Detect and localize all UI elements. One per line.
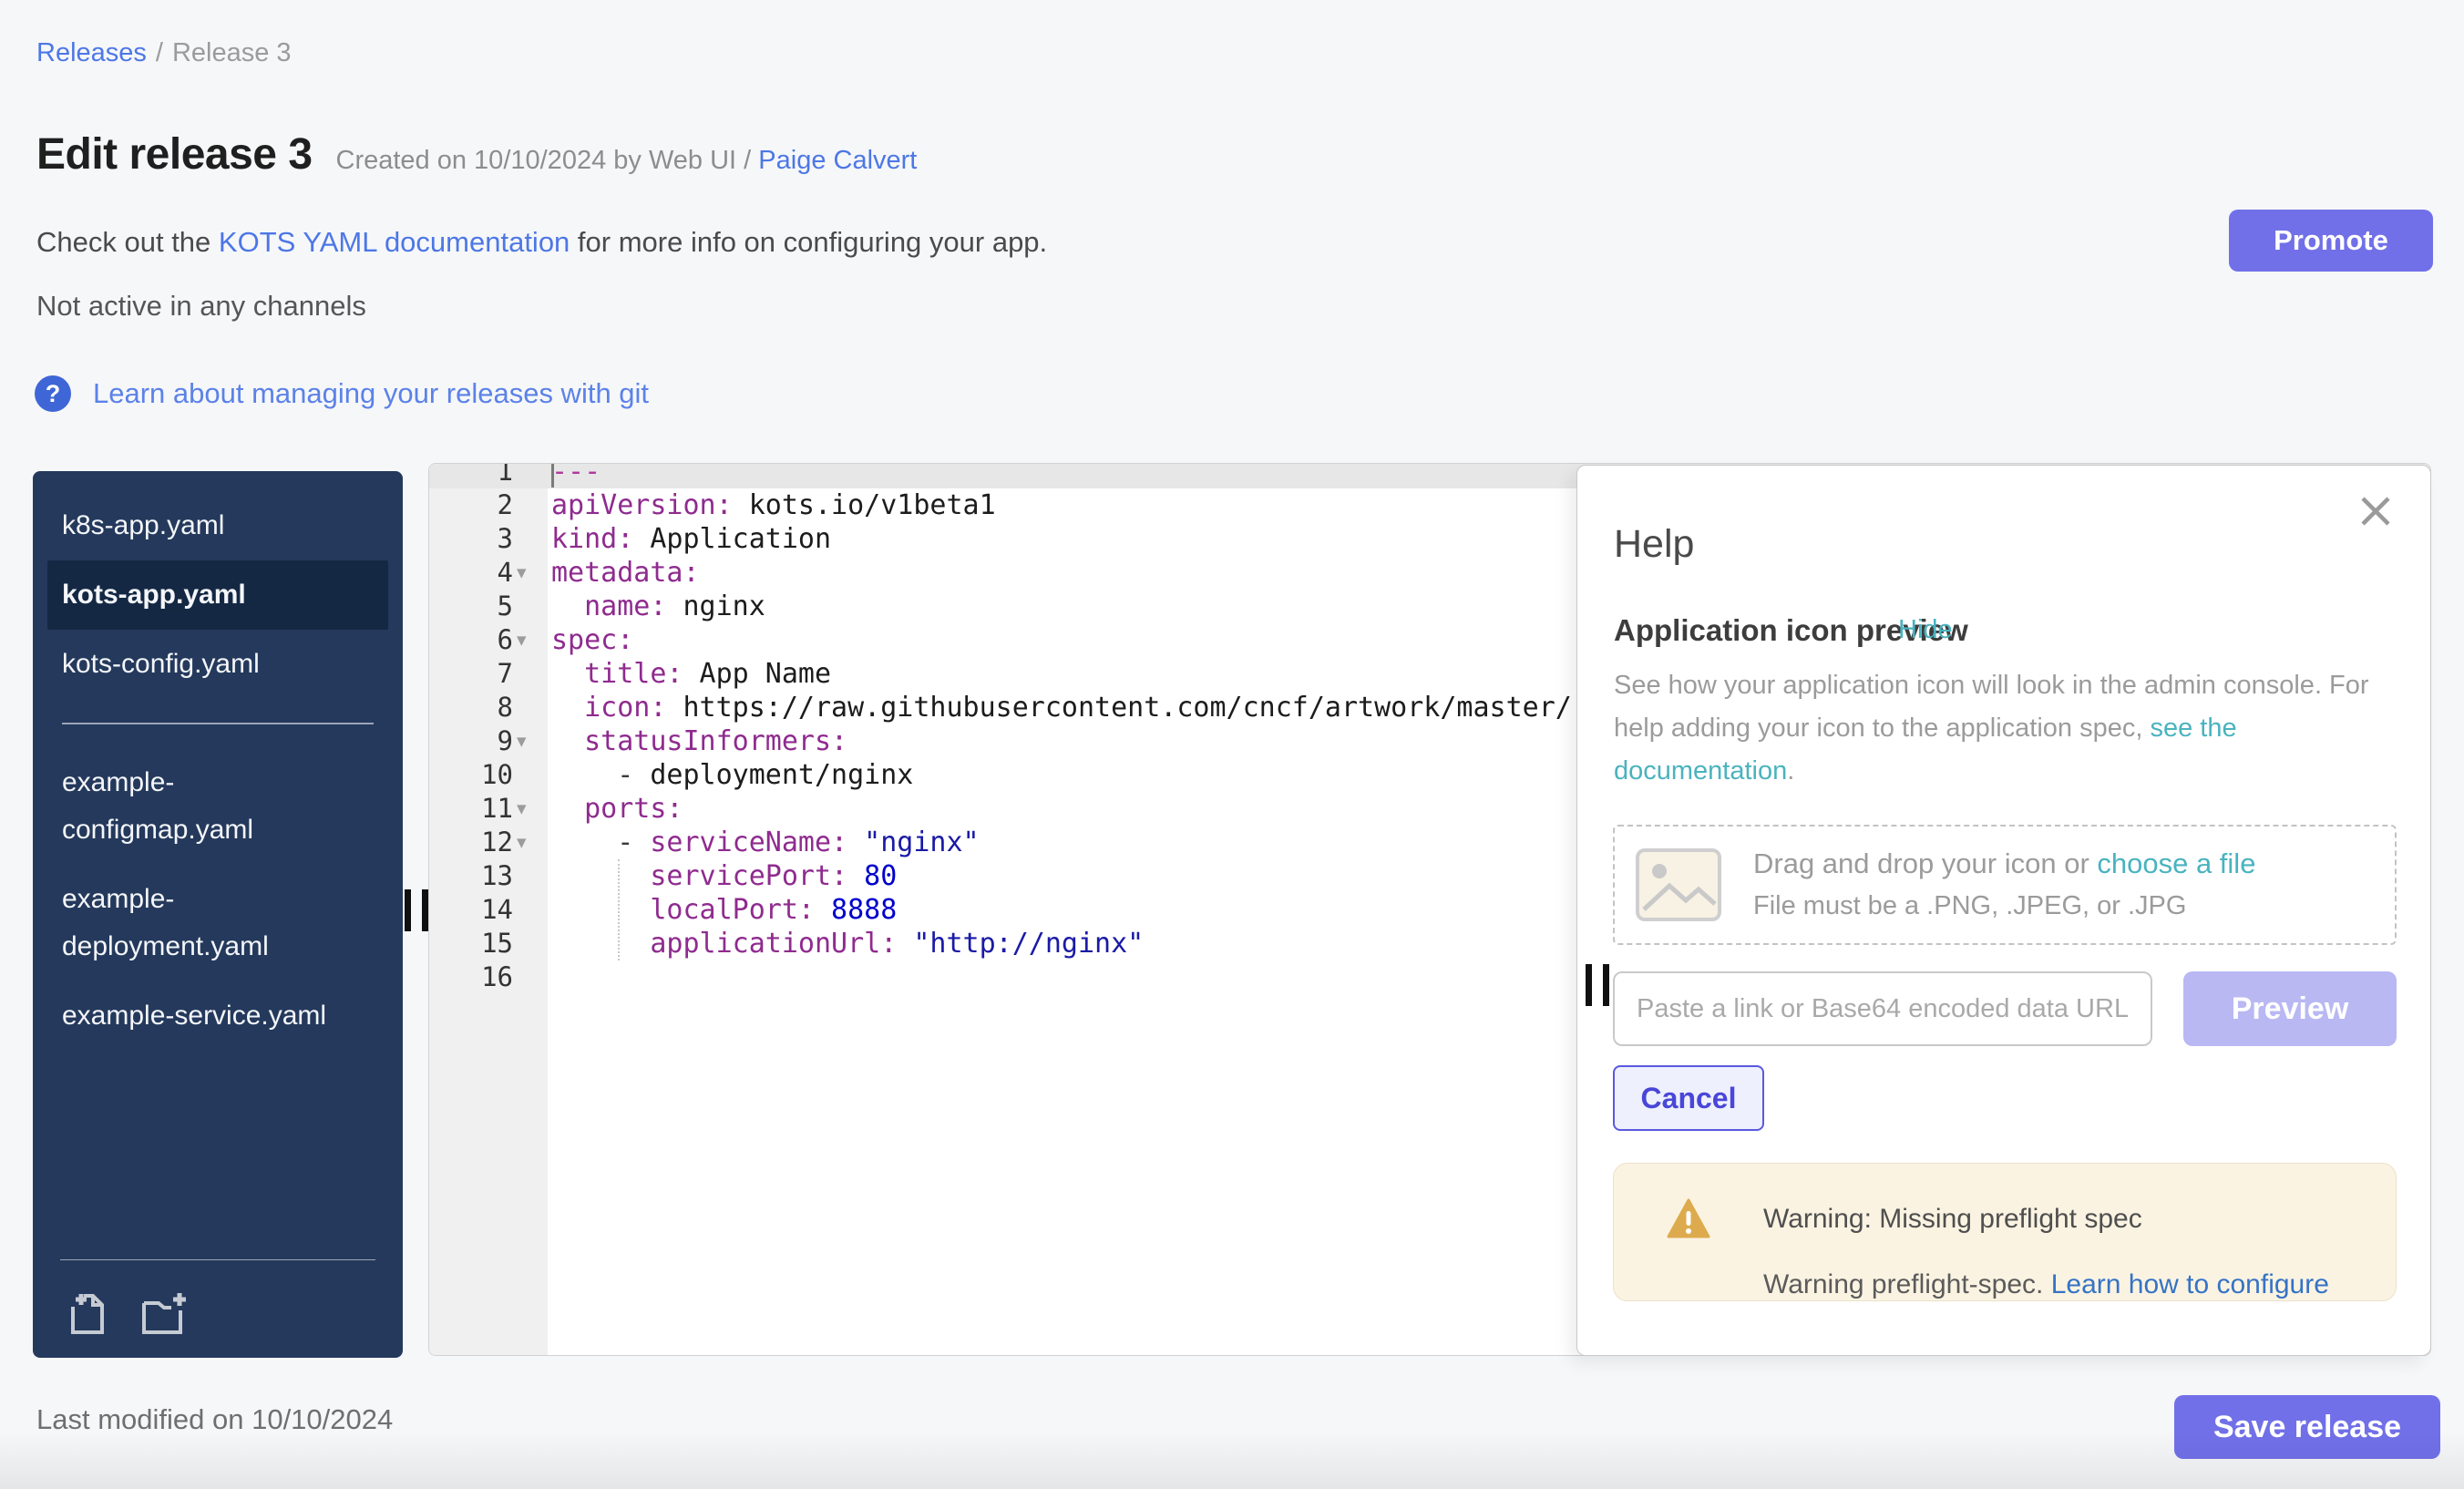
file-tree-item[interactable]: kots-config.yaml [47,630,388,699]
icon-url-row: Preview [1613,971,2397,1046]
preview-button[interactable]: Preview [2183,971,2397,1046]
channel-status: Not active in any channels [36,290,366,323]
breadcrumb-separator: / [156,38,163,67]
line-number: 8 [429,691,513,724]
cancel-button[interactable]: Cancel [1613,1065,1764,1131]
save-release-button[interactable]: Save release [2174,1395,2440,1459]
created-text: Created on 10/10/2024 by Web UI / [336,146,752,175]
warning-title: Warning: Missing preflight spec [1763,1204,2142,1235]
fold-arrow-icon[interactable]: ▾ [517,826,546,859]
code-text: kind: Application [551,522,831,556]
help-panel: Help Application icon preview Hide See h… [1576,465,2431,1356]
file-tree-sidebar: k8s-app.yamlkots-app.yamlkots-config.yam… [33,471,403,1358]
file-tree-divider [62,723,374,724]
git-releases-link[interactable]: Learn about managing your releases with … [93,377,649,410]
file-tree-item[interactable]: example-configmap.yaml [47,748,388,865]
line-number: 6 [429,623,513,657]
warning-triangle-icon [1667,1198,1710,1238]
code-text: - serviceName: "nginx" [551,826,980,859]
created-info: Created on 10/10/2024 by Web UI / Paige … [336,146,918,176]
line-number: 9 [429,724,513,758]
choose-file-link[interactable]: choose a file [2097,847,2255,879]
file-tree-item[interactable]: kots-app.yaml [47,560,388,630]
line-number: 3 [429,522,513,556]
fold-arrow-icon[interactable]: ▾ [517,623,546,657]
line-number: 1 [429,463,513,488]
line-number: 16 [429,960,513,994]
code-text: metadata: [551,556,700,590]
sidebar-footer [60,1259,375,1358]
fold-arrow-icon[interactable]: ▾ [517,724,546,758]
line-number: 2 [429,488,513,522]
close-icon[interactable] [2359,495,2392,528]
icon-preview-description: See how your application icon will look … [1614,664,2416,793]
kots-yaml-doc-link[interactable]: KOTS YAML documentation [219,226,570,258]
icon-url-input[interactable] [1613,971,2152,1046]
code-text: ports: [551,792,683,826]
code-text: servicePort: 80 [551,859,897,893]
breadcrumb-releases-link[interactable]: Releases [36,38,147,67]
code-text: applicationUrl: "http://nginx" [551,927,1144,960]
release-editor-page: Releases / Release 3 Edit release 3 Create… [0,0,2464,1489]
hide-link[interactable]: Hide [1898,615,1953,645]
dropzone-text-pre: Drag and drop your icon or [1753,847,2097,879]
icon-dropzone[interactable]: Drag and drop your icon or choose a file… [1613,825,2397,945]
intro-text-pre: Check out the [36,226,219,258]
line-number: 15 [429,927,513,960]
new-folder-icon[interactable] [137,1287,188,1338]
fold-arrow-icon[interactable]: ▾ [517,792,546,826]
line-number: 5 [429,590,513,623]
desc-post: . [1787,756,1794,786]
breadcrumb-current: Release 3 [172,38,292,67]
intro-text-post: for more info on configuring your app. [570,226,1047,258]
breadcrumb: Releases / Release 3 [36,38,292,68]
line-number: 14 [429,893,513,927]
file-tree-item[interactable]: example-deployment.yaml [47,865,388,981]
last-modified-text: Last modified on 10/10/2024 [36,1403,393,1436]
line-number: 12 [429,826,513,859]
dropzone-text: Drag and drop your icon or choose a file… [1753,843,2255,927]
learn-configure-link[interactable]: Learn how to configure [2051,1269,2329,1299]
question-mark-icon: ? [35,375,71,412]
code-text: --- [551,463,601,488]
code-text: icon: https://raw.githubusercontent.com/… [551,691,1572,724]
dropzone-hint: File must be a .PNG, .JPEG, or .JPG [1753,885,2255,927]
file-list: k8s-app.yamlkots-app.yamlkots-config.yam… [33,471,403,1051]
warning-detail-text: Warning preflight-spec. [1763,1269,2051,1299]
image-placeholder-icon [1635,847,1722,922]
code-text: apiVersion: kots.io/v1beta1 [551,488,996,522]
line-number: 13 [429,859,513,893]
code-text: spec: [551,623,633,657]
sidebar-resize-handle[interactable] [405,889,428,931]
preflight-warning-box: Warning: Missing preflight spec Warning … [1613,1163,2397,1301]
git-help-row: ? Learn about managing your releases wit… [35,375,649,412]
intro-text: Check out the KOTS YAML documentation fo… [36,226,1047,259]
code-text: name: nginx [551,590,765,623]
line-number: 10 [429,758,513,792]
page-title: Edit release 3 [36,129,313,180]
fold-arrow-icon[interactable]: ▾ [517,556,546,590]
desc-pre: See how your application icon will look … [1614,671,2369,743]
file-tree-item[interactable]: example-service.yaml [47,981,388,1051]
title-row: Edit release 3 Created on 10/10/2024 by … [36,129,917,180]
promote-button[interactable]: Promote [2229,210,2433,272]
created-author-link[interactable]: Paige Calvert [758,146,917,175]
warning-detail: Warning preflight-spec. Learn how to con… [1763,1269,2329,1300]
line-number: 11 [429,792,513,826]
line-number: 4 [429,556,513,590]
code-text: title: App Name [551,657,831,691]
help-panel-resize-handle[interactable] [1586,964,1609,1006]
code-text: localPort: 8888 [551,893,897,927]
new-file-icon[interactable] [60,1287,111,1338]
bottom-gradient [0,1431,2464,1489]
code-text: statusInformers: [551,724,847,758]
code-text: - deployment/nginx [551,758,913,792]
line-number: 7 [429,657,513,691]
file-tree-item[interactable]: k8s-app.yaml [47,491,388,560]
help-panel-title: Help [1614,522,1694,567]
